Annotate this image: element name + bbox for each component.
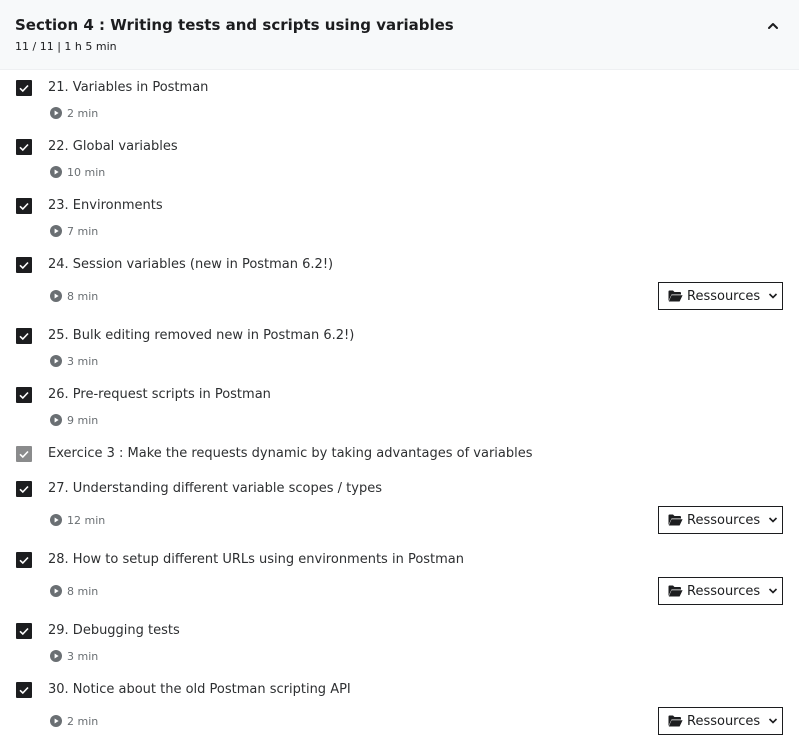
lecture-checkbox[interactable] <box>16 198 32 214</box>
chevron-down-icon <box>769 293 778 299</box>
lecture-title[interactable]: 26. Pre-request scripts in Postman <box>48 387 271 402</box>
lecture-title[interactable]: 22. Global variables <box>48 139 178 154</box>
checkmark-icon <box>19 202 29 211</box>
checkmark-icon <box>19 556 29 565</box>
duration-text: 3 min <box>67 649 99 663</box>
duration-text: 3 min <box>67 354 99 368</box>
resources-button[interactable]: Ressources <box>658 707 783 735</box>
folder-open-icon <box>668 585 683 597</box>
lecture-duration: 9 min <box>50 413 98 427</box>
checkmark-icon <box>19 391 29 400</box>
resources-button[interactable]: Ressources <box>658 506 783 534</box>
lecture-checkbox[interactable] <box>16 387 32 403</box>
resources-button[interactable]: Ressources <box>658 577 783 605</box>
chevron-down-icon <box>769 517 778 523</box>
resources-label: Ressources <box>687 713 761 729</box>
play-circle-icon <box>50 650 62 662</box>
checkmark-icon <box>19 485 29 494</box>
lecture-checkbox[interactable] <box>16 139 32 155</box>
duration-text: 8 min <box>67 289 99 303</box>
duration-text: 8 min <box>67 584 99 598</box>
duration-text: 12 min <box>67 513 106 527</box>
duration-text: 7 min <box>67 224 99 238</box>
section-title: Section 4 : Writing tests and scripts us… <box>15 16 454 34</box>
duration-text: 10 min <box>67 165 106 179</box>
resources-label: Ressources <box>687 288 761 304</box>
duration-text: 9 min <box>67 413 99 427</box>
lecture-checkbox[interactable] <box>16 682 32 698</box>
play-circle-icon <box>50 414 62 426</box>
lecture-checkbox[interactable] <box>16 257 32 273</box>
resources-label: Ressources <box>687 512 761 528</box>
checkmark-icon <box>19 84 29 93</box>
lecture-checkbox[interactable] <box>16 481 32 497</box>
resources-button[interactable]: Ressources <box>658 282 783 310</box>
lecture-duration: 7 min <box>50 224 98 238</box>
lecture-duration: 8 min <box>50 289 98 303</box>
play-circle-icon <box>50 355 62 367</box>
play-circle-icon <box>50 107 62 119</box>
chevron-down-icon <box>769 588 778 594</box>
play-circle-icon <box>50 225 62 237</box>
lecture-title[interactable]: 27. Understanding different variable sco… <box>48 481 382 496</box>
lecture-checkbox[interactable] <box>16 80 32 96</box>
play-circle-icon <box>50 290 62 302</box>
lecture-duration: 3 min <box>50 649 98 663</box>
lecture-title[interactable]: 24. Session variables (new in Postman 6.… <box>48 257 333 272</box>
lecture-title[interactable]: 23. Environments <box>48 198 163 213</box>
play-circle-icon <box>50 166 62 178</box>
lecture-checkbox[interactable] <box>16 328 32 344</box>
lecture-title[interactable]: 30. Notice about the old Postman scripti… <box>48 682 351 697</box>
folder-open-icon <box>668 715 683 727</box>
lecture-duration: 12 min <box>50 513 105 527</box>
lecture-duration: 2 min <box>50 106 98 120</box>
lecture-duration: 8 min <box>50 584 98 598</box>
lecture-duration: 10 min <box>50 165 105 179</box>
chevron-down-icon <box>769 718 778 724</box>
folder-open-icon <box>668 514 683 526</box>
collapse-section-button[interactable] <box>762 15 784 37</box>
exercise-checkbox[interactable] <box>16 446 32 462</box>
duration-text: 2 min <box>67 106 99 120</box>
play-circle-icon <box>50 585 62 597</box>
checkmark-icon <box>19 332 29 341</box>
lecture-title[interactable]: 25. Bulk editing removed new in Postman … <box>48 328 354 343</box>
lecture-checkbox[interactable] <box>16 552 32 568</box>
lecture-checkbox[interactable] <box>16 623 32 639</box>
lecture-title[interactable]: 29. Debugging tests <box>48 623 180 638</box>
duration-text: 2 min <box>67 714 99 728</box>
exercise-title[interactable]: Exercice 3 : Make the requests dynamic b… <box>48 446 533 461</box>
checkmark-icon <box>19 627 29 636</box>
section-meta: 11 / 11 | 1 h 5 min <box>15 40 117 53</box>
lecture-duration: 3 min <box>50 354 98 368</box>
folder-open-icon <box>668 290 683 302</box>
play-circle-icon <box>50 715 62 727</box>
checkmark-icon <box>19 143 29 152</box>
lecture-title[interactable]: 28. How to setup different URLs using en… <box>48 552 464 567</box>
section-header[interactable]: Section 4 : Writing tests and scripts us… <box>0 0 799 70</box>
checkmark-icon <box>19 686 29 695</box>
resources-label: Ressources <box>687 583 761 599</box>
play-circle-icon <box>50 514 62 526</box>
chevron-up-icon <box>768 23 778 29</box>
checkmark-icon <box>19 450 29 459</box>
checkmark-icon <box>19 261 29 270</box>
lecture-duration: 2 min <box>50 714 98 728</box>
lecture-title[interactable]: 21. Variables in Postman <box>48 80 208 95</box>
